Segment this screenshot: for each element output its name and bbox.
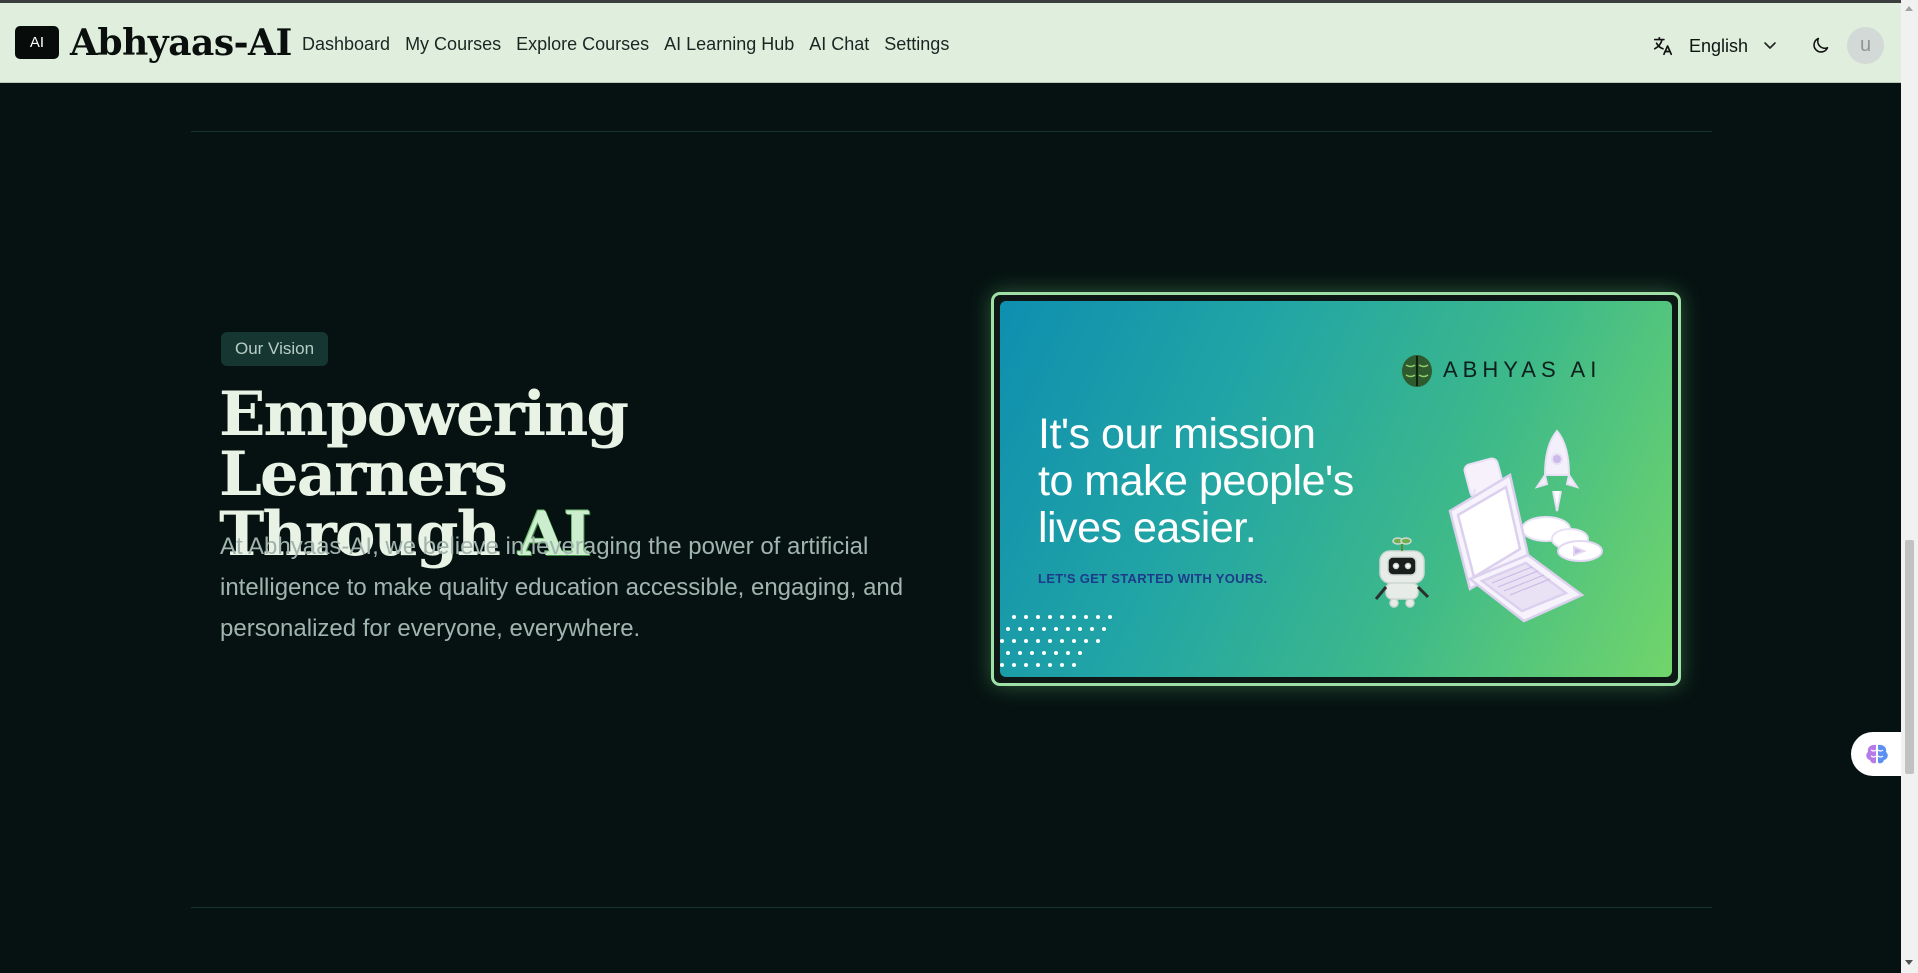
section-divider-bottom (191, 907, 1712, 908)
scrollbar-thumb[interactable] (1905, 540, 1914, 774)
translate-icon[interactable] (1652, 35, 1674, 57)
banner-brand: ABHYAS AI (1443, 357, 1602, 382)
brand-name[interactable]: Abhyaas-AI (70, 19, 292, 67)
mission-line-1: It's our mission (1038, 410, 1316, 458)
vision-description: At Abhyaas-AI, we believe in leveraging … (220, 533, 904, 642)
vision-badge: Our Vision (221, 332, 329, 366)
dot-pattern-decoration (1000, 615, 1112, 667)
scroll-up-arrow[interactable] (1905, 6, 1913, 11)
vertical-scrollbar[interactable] (1901, 0, 1918, 973)
user-avatar[interactable]: u (1847, 27, 1884, 64)
laptop-rocket-robot-illustration (1374, 429, 1603, 623)
mission-banner-image: ABHYAS AI It's our mission to make peopl… (1000, 301, 1672, 677)
nav-ai-learning-hub[interactable]: AI Learning Hub (664, 33, 794, 55)
mission-line-3: lives easier. (1038, 504, 1257, 552)
nav-ai-chat[interactable]: AI Chat (809, 33, 869, 55)
ai-assistant-widget[interactable] (1851, 732, 1903, 776)
mission-banner-frame: ABHYAS AI It's our mission to make peopl… (991, 292, 1681, 686)
brain-icon (1866, 744, 1888, 764)
nav-dashboard[interactable]: Dashboard (302, 33, 390, 55)
nav-settings[interactable]: Settings (884, 33, 949, 55)
top-navbar: AI Abhyaas-AI Dashboard My Courses Explo… (0, 3, 1901, 83)
nav-explore-courses[interactable]: Explore Courses (516, 33, 649, 55)
brain-logo-icon (1402, 355, 1432, 387)
section-divider-top (191, 131, 1712, 132)
scroll-down-arrow[interactable] (1905, 960, 1913, 965)
language-select[interactable]: English (1689, 36, 1748, 57)
moon-icon[interactable] (1810, 35, 1831, 56)
headline-line-1: Empowering Learners (219, 379, 629, 510)
chevron-down-icon[interactable] (1762, 39, 1778, 53)
mission-line-2: to make people's (1038, 457, 1354, 505)
nav-my-courses[interactable]: My Courses (405, 33, 501, 55)
logo-badge[interactable]: AI (15, 26, 59, 59)
banner-mission-text: It's our mission to make people's lives … (1038, 411, 1418, 552)
main-nav: Dashboard My Courses Explore Courses AI … (302, 33, 964, 55)
banner-cta-text: LET'S GET STARTED WITH YOURS. (1038, 571, 1268, 586)
